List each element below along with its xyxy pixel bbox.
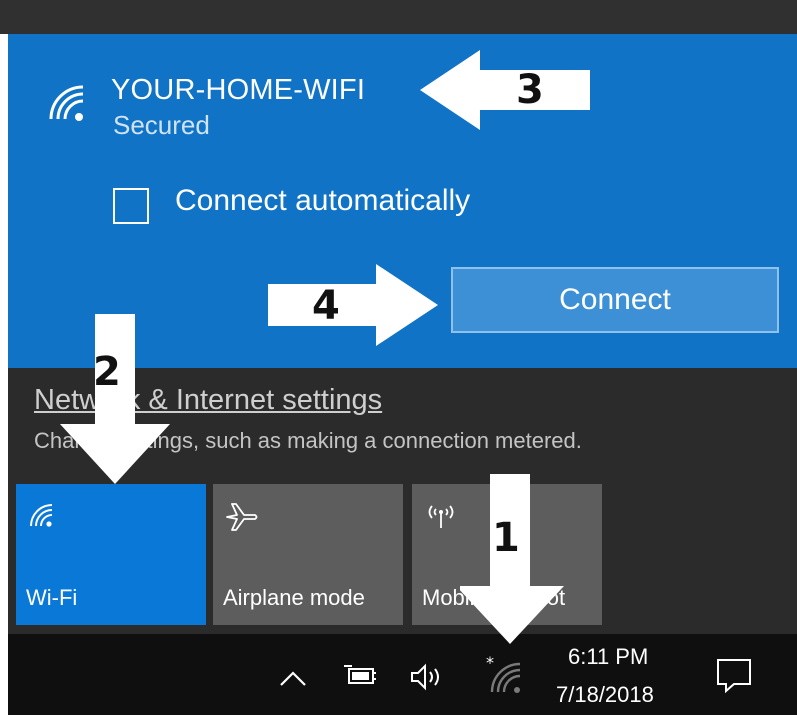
network-name: YOUR-HOME-WIFI bbox=[111, 74, 366, 106]
annotation-number-1: 1 bbox=[492, 515, 520, 561]
wifi-secured-icon bbox=[49, 85, 84, 121]
battery-icon[interactable] bbox=[340, 660, 380, 690]
airplane-icon bbox=[226, 503, 258, 531]
annotation-arrow-2 bbox=[60, 314, 170, 484]
hotspot-icon bbox=[428, 505, 454, 528]
svg-text:*: * bbox=[486, 656, 494, 672]
annotation-number-3: 3 bbox=[516, 67, 544, 113]
clock-date[interactable]: 7/18/2018 bbox=[556, 682, 654, 708]
quick-action-label: Wi-Fi bbox=[26, 585, 78, 610]
action-center-icon[interactable] bbox=[714, 656, 754, 694]
quick-action-wifi[interactable]: Wi-Fi bbox=[16, 484, 206, 625]
connect-automatically-checkbox[interactable] bbox=[113, 188, 149, 224]
connect-automatically-label: Connect automatically bbox=[175, 184, 471, 217]
annotation-number-4: 4 bbox=[312, 283, 340, 329]
wifi-icon bbox=[30, 504, 53, 527]
wifi-icon[interactable]: * bbox=[484, 656, 524, 696]
volume-icon[interactable] bbox=[408, 662, 448, 692]
annotation-number-2: 2 bbox=[93, 349, 121, 395]
clock-time[interactable]: 6:11 PM bbox=[568, 644, 648, 670]
annotation-arrow-3 bbox=[420, 50, 590, 130]
annotation-arrow-4 bbox=[268, 264, 438, 346]
chevron-up-icon[interactable] bbox=[278, 668, 308, 688]
cropped-top-text-strip bbox=[0, 0, 797, 34]
connect-button[interactable]: Connect bbox=[451, 267, 779, 333]
quick-action-label: Airplane mode bbox=[223, 585, 365, 610]
quick-action-airplane-mode[interactable]: Airplane mode bbox=[213, 484, 403, 625]
network-status: Secured bbox=[113, 110, 210, 140]
taskbar: * 6:11 PM 7/18/2018 bbox=[8, 634, 797, 715]
